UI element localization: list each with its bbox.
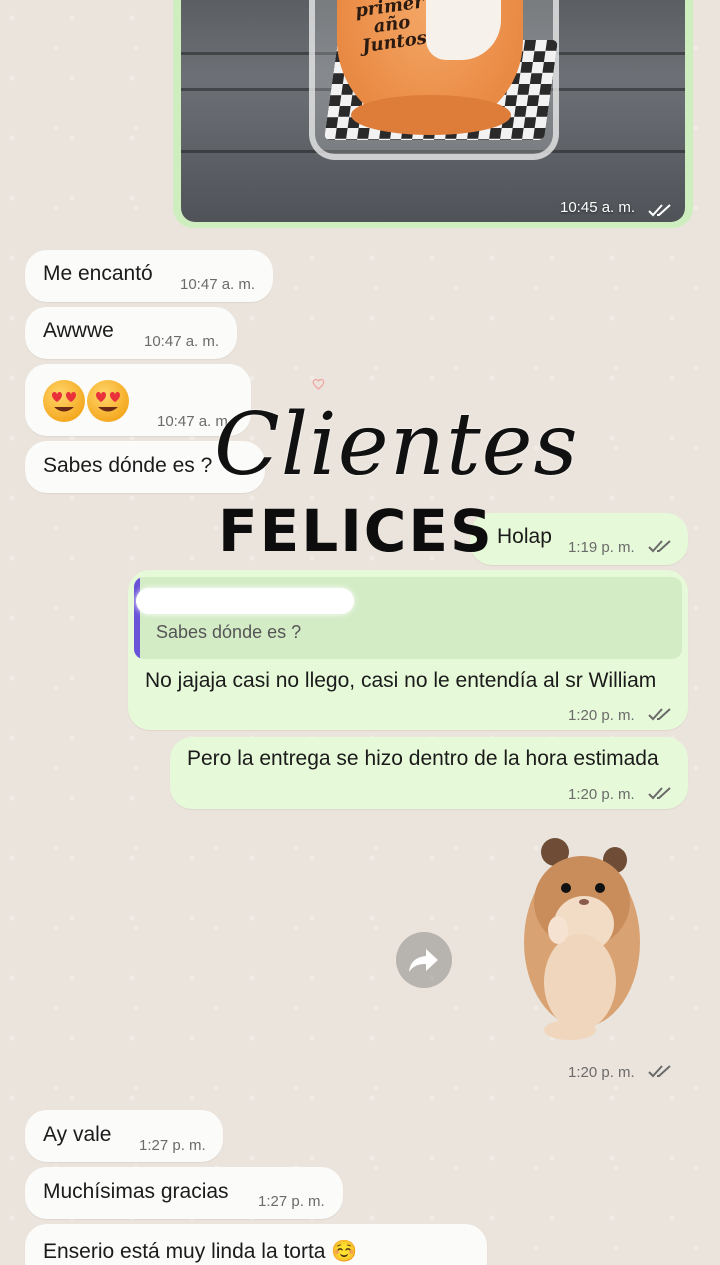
reply-bar xyxy=(134,577,140,659)
heart-eyes-emoji xyxy=(87,380,129,422)
message-time: 1:20 p. m. xyxy=(568,707,635,724)
double-check-icon xyxy=(648,708,671,721)
double-check-icon xyxy=(648,540,671,553)
message-time: 1:27 p. m. xyxy=(258,1193,325,1210)
double-check-icon xyxy=(648,1065,671,1078)
forward-icon xyxy=(409,949,438,972)
message-text: Enserio está muy linda la torta ☺️ xyxy=(43,1240,358,1263)
cake-photo[interactable]: primer año Juntos xyxy=(181,0,685,222)
message-time: 1:20 p. m. xyxy=(568,1064,635,1081)
hamster-sticker[interactable] xyxy=(500,832,645,1042)
heart-eyes-emoji xyxy=(43,380,85,422)
message-text: Pero la entrega se hizo dentro de la hor… xyxy=(187,747,659,770)
photo-timestamp: 10:45 a. m. xyxy=(560,199,636,216)
message-text: Muchísimas gracias xyxy=(43,1180,229,1203)
reply-quote-text: Sabes dónde es ? xyxy=(156,622,302,642)
message-time: 10:47 a. m. xyxy=(144,333,220,350)
message-time: 10:47 a. m. xyxy=(180,276,256,293)
overlay-title-block: FELICES xyxy=(218,497,494,565)
message-text: Ay vale xyxy=(43,1123,112,1146)
message-text: Holap xyxy=(497,525,552,548)
redacted-sender-name xyxy=(136,588,354,614)
overlay-title-script: Clientes xyxy=(214,395,579,495)
message-time: 1:27 p. m. xyxy=(139,1137,206,1154)
message-time: 1:19 p. m. xyxy=(568,539,635,556)
message-text: No jajaja casi no llego, casi no le ente… xyxy=(145,669,657,692)
forward-button[interactable] xyxy=(396,932,452,988)
message-text: Awwwe xyxy=(43,319,114,342)
heart-icon xyxy=(312,378,325,390)
double-check-icon xyxy=(648,204,671,217)
message-text: Sabes dónde es ? xyxy=(43,454,213,477)
message-time: 1:20 p. m. xyxy=(568,786,635,803)
message-text: Me encantó xyxy=(43,262,153,285)
double-check-icon xyxy=(648,787,671,800)
